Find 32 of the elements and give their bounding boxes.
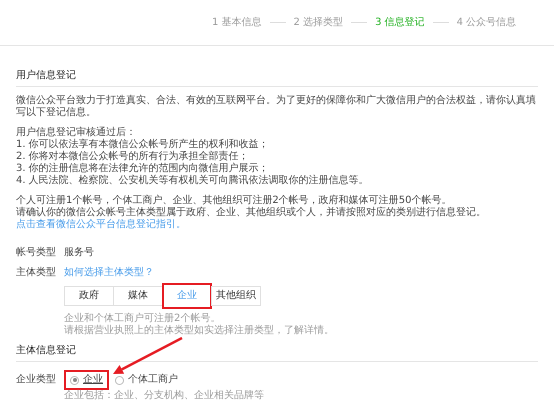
field-value: 服务号 — [64, 247, 94, 259]
section-title: 用户信息登记 — [16, 70, 538, 87]
type-option-button[interactable]: 企业 — [162, 283, 212, 309]
list-item: 3. 你的注册信息将在法律允许的范围内向微信用户展示； — [16, 163, 270, 174]
step-tab[interactable]: 2 选择类型 — [294, 16, 344, 28]
help-link[interactable]: 如何选择主体类型？ — [64, 267, 154, 278]
annotation-arrow — [113, 336, 183, 374]
step-tab[interactable]: 1 基本信息 — [212, 16, 262, 28]
type-option-button[interactable]: 媒体 — [113, 286, 163, 306]
hint-text: 企业和个体工商户可注册2个帐号。 — [64, 313, 222, 324]
note-text: 请确认你的微信公众帐号主体类型属于政府、企业、其他组织或个人，并请按照对应的类别进行信息登记。 — [16, 207, 487, 218]
hint-text: 请根据营业执照上的主体类型如实选择注册类型，了解详情。 — [64, 325, 334, 337]
field-label: 主体类型 — [16, 267, 57, 280]
guide-link[interactable]: 点击查看微信公众平台信息登记指引。 — [16, 219, 538, 231]
type-option-button[interactable]: 其他组织 — [211, 286, 261, 306]
radio-option[interactable]: 个体工商户 — [109, 370, 184, 390]
section-title: 主体信息登记 — [16, 345, 538, 362]
hint-text: 企业包括：企业、分支机构、企业相关品牌等 — [63, 390, 265, 402]
list-item: 2. 你将对本微信公众帐号的所有行为承担全部责任； — [16, 151, 250, 162]
note-text: 个人可注册1个帐号，个体工商户、企业、其他组织可注册2个帐号，政府和媒体可注册50个帐号。 — [16, 195, 452, 206]
list-item: 4. 人民法院、检察院、公安机关等有权机关可向腾讯依法调取你的注册信息等。 — [16, 175, 370, 187]
list-heading: 用户信息登记审核通过后： — [16, 127, 137, 138]
step-tab[interactable]: 3 信息登记 — [375, 16, 425, 28]
radio-option[interactable]: 企业 — [64, 370, 109, 390]
type-option-button[interactable]: 政府 — [64, 286, 114, 306]
field-label: 企业类型 — [16, 374, 57, 386]
field-label: 帐号类型 — [16, 247, 57, 259]
step-tab[interactable]: 4 公众号信息 — [456, 16, 516, 28]
list-item: 1. 你可以依法享有本微信公众帐号所产生的权利和收益； — [16, 139, 270, 150]
radio-button[interactable] — [115, 376, 124, 384]
radio-button[interactable] — [70, 376, 79, 384]
intro-paragraph: 微信公众平台致力于打造真实、合法、有效的互联网平台。为了更好的保障你和广大微信用户的合法权益，请你认真填写以下登记信息。 — [16, 95, 537, 119]
